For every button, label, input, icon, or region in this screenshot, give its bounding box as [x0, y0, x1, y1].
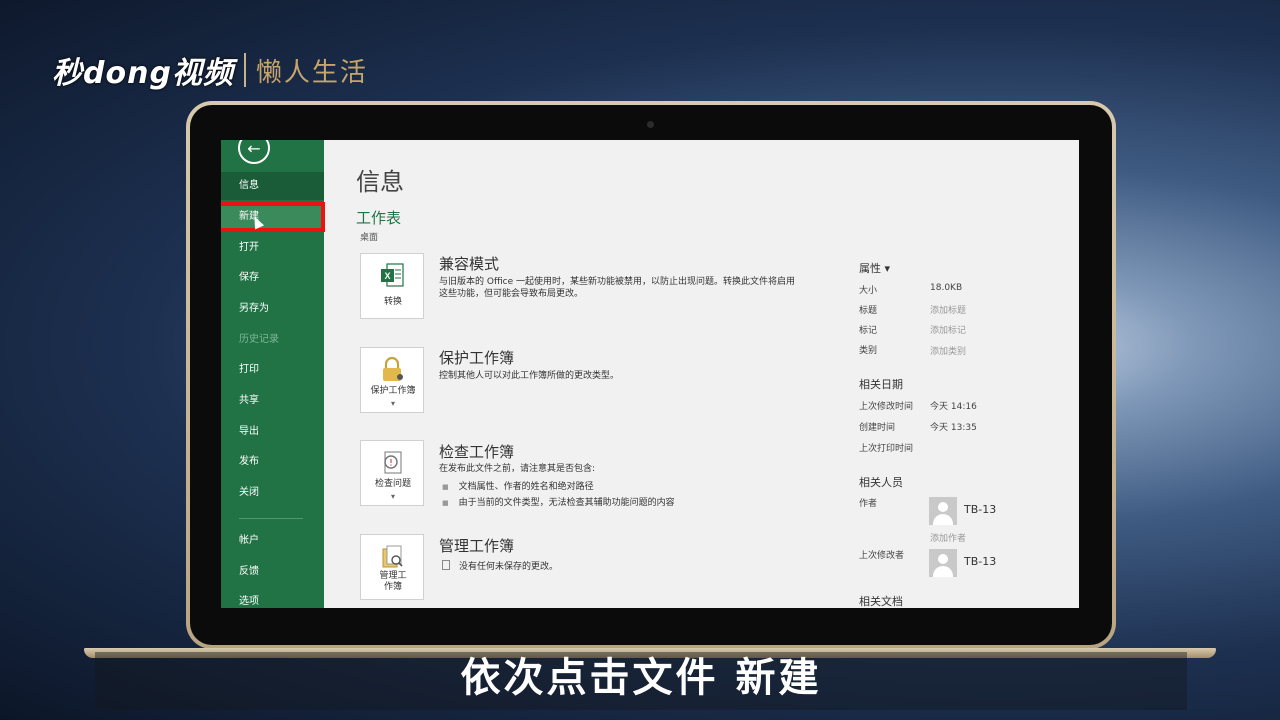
video-subtitle: 依次点击文件 新建	[460, 655, 822, 701]
inspect-icon	[384, 451, 402, 474]
inspect-bullet-2: 由于当前的文件类型，无法检查其辅助功能问题的内容	[442, 495, 675, 508]
sidebar-item-info[interactable]: 信息	[221, 172, 324, 200]
prop-size-val: 18.0KB	[930, 283, 963, 293]
manage-workbook-icon	[382, 545, 403, 568]
backstage-sidebar: ← 信息 新建 打开 保存 另存为 历史记录 打印 共享 导出 发布 关闭 帐户…	[221, 140, 325, 608]
prop-modified-val: 今天 14:16	[930, 402, 977, 412]
excel-backstage-screen: ← 信息 新建 打开 保存 另存为 历史记录 打印 共享 导出 发布 关闭 帐户…	[221, 140, 1079, 608]
author-avatar	[929, 497, 957, 525]
camera-icon	[647, 121, 654, 128]
logo-separator	[243, 53, 246, 87]
prop-category-key: 类别	[859, 346, 878, 356]
prop-title-val[interactable]: 添加标题	[930, 303, 966, 316]
document-name: 工作表	[356, 209, 402, 227]
inspect-workbook-desc: 在发布此文件之前，请注意其是否包含:	[439, 464, 596, 474]
check-issues-button-label: 检查问题	[374, 479, 411, 489]
prop-author-key: 作者	[859, 499, 878, 509]
sidebar-item-history: 历史记录	[239, 334, 279, 345]
chevron-down-icon: ▾	[390, 492, 395, 501]
protect-workbook-button[interactable]: 保护工作簿 ▾	[360, 347, 424, 413]
back-arrow-icon[interactable]: ←	[238, 140, 270, 164]
people-header: 相关人员	[859, 476, 903, 489]
convert-button-label: 转换	[383, 297, 402, 307]
prop-tags-val[interactable]: 添加标记	[930, 323, 966, 336]
manage-workbook-button[interactable]: 管理工 作簿	[360, 534, 424, 600]
sidebar-item-account[interactable]: 帐户	[221, 527, 324, 555]
protect-workbook-button-label: 保护工作簿	[370, 386, 416, 396]
manage-workbook-desc: 没有任何未保存的更改。	[459, 562, 559, 572]
sidebar-item-share[interactable]: 共享	[221, 387, 324, 415]
sidebar-item-export[interactable]: 导出	[221, 418, 324, 446]
check-issues-button[interactable]: 检查问题 ▾	[360, 440, 424, 506]
document-location: 桌面	[360, 233, 379, 243]
inspect-workbook-title: 检查工作簿	[439, 443, 515, 461]
lock-icon	[383, 356, 403, 381]
prop-size-key: 大小	[859, 286, 878, 296]
prop-created-key: 创建时间	[859, 423, 896, 433]
author-name: TB-13	[964, 503, 997, 516]
protect-workbook-desc: 控制其他人可以对此工作簿所做的更改类型。	[439, 371, 620, 381]
brand-logo: 秒dong视频 懒人生活	[52, 48, 368, 92]
manage-workbook-button-label-2: 作簿	[383, 582, 402, 592]
excel-convert-icon: X	[381, 263, 404, 287]
document-icon	[442, 560, 450, 570]
compat-mode-title: 兼容模式	[439, 255, 500, 273]
sidebar-divider	[239, 518, 303, 519]
protect-workbook-title: 保护工作簿	[439, 349, 515, 367]
logo-main-text: 秒dong视频	[52, 56, 234, 91]
prop-modified-key: 上次修改时间	[859, 402, 914, 412]
last-modified-by-avatar	[929, 549, 957, 577]
convert-button[interactable]: X 转换	[360, 253, 424, 319]
compat-mode-desc: 与旧版本的 Office 一起使用时，某些新功能被禁用，以防止出现问题。转换此文…	[439, 277, 795, 299]
svg-text:X: X	[384, 271, 390, 281]
prop-category-val[interactable]: 添加类别	[930, 344, 966, 357]
prop-printed-key: 上次打印时间	[859, 444, 914, 454]
properties-header[interactable]: 属性 ▾	[859, 260, 890, 276]
prop-title-key: 标题	[859, 306, 878, 316]
manage-workbook-button-label-1: 管理工	[379, 571, 407, 581]
add-author-link[interactable]: 添加作者	[930, 531, 966, 544]
sidebar-item-open[interactable]: 打开	[221, 234, 324, 262]
sidebar-item-publish[interactable]: 发布	[221, 448, 324, 476]
properties-pane: 属性 ▾ 大小 18.0KB 标题 添加标题 标记 添加标记 类别 添加类别 相…	[859, 140, 1079, 608]
prop-created-val: 今天 13:35	[930, 423, 977, 433]
sidebar-item-close[interactable]: 关闭	[221, 479, 324, 507]
info-panel: 信息 工作表 桌面 X 转换 兼容模式 与旧版本的 Office 一起使用时，某…	[324, 140, 1079, 608]
prop-last-modified-by-key: 上次修改者	[859, 551, 905, 561]
chevron-down-icon: ▾	[390, 399, 395, 408]
sidebar-item-save-as[interactable]: 另存为	[221, 295, 324, 323]
sidebar-item-options[interactable]: 选项	[221, 588, 324, 608]
page-title: 信息	[356, 168, 404, 196]
prop-tags-key: 标记	[859, 326, 878, 336]
manage-workbook-title: 管理工作簿	[439, 537, 515, 555]
related-docs-header: 相关文档	[859, 595, 903, 608]
last-modified-by-name: TB-13	[964, 555, 997, 568]
inspect-bullet-1: 文档属性、作者的姓名和绝对路径	[442, 479, 594, 492]
sidebar-item-print[interactable]: 打印	[221, 356, 324, 384]
red-highlight-box	[221, 202, 325, 232]
sidebar-item-feedback[interactable]: 反馈	[221, 558, 324, 586]
sidebar-item-save[interactable]: 保存	[221, 264, 324, 292]
logo-sub-text: 懒人生活	[255, 57, 368, 88]
dates-header: 相关日期	[859, 378, 903, 391]
